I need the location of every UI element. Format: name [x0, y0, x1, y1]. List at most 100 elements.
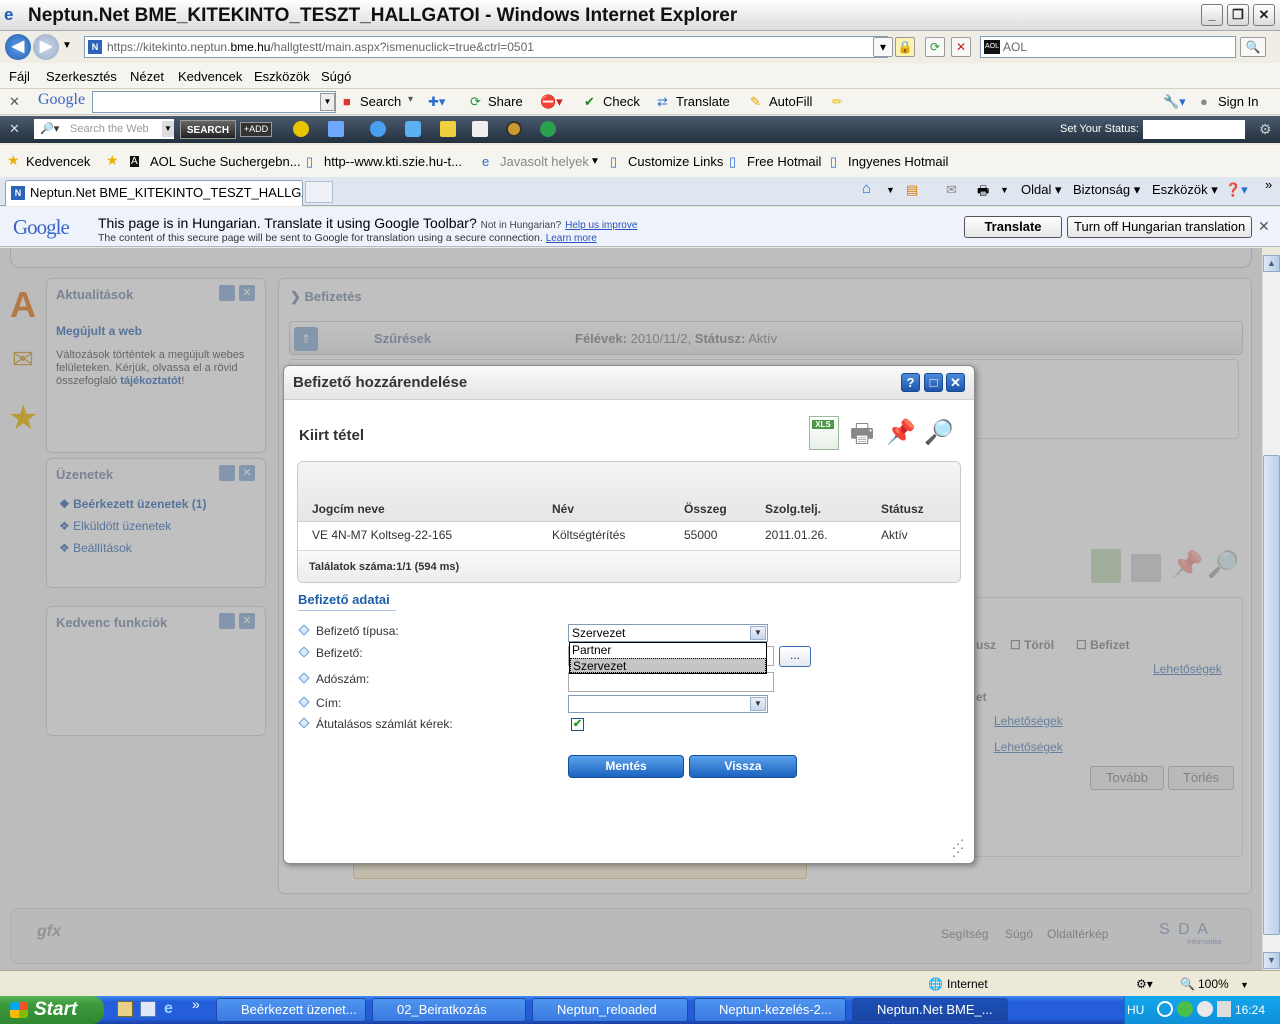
menu-view[interactable]: Nézet — [130, 69, 164, 84]
col-osszeg[interactable]: Összeg — [684, 502, 727, 516]
tab-active[interactable]: Neptun.Net BME_KITEKINTO_TESZT_HALLGA... — [5, 180, 303, 206]
fav-item-customize[interactable]: Customize Links — [628, 154, 723, 169]
back-button[interactable]: Vissza — [689, 755, 797, 778]
share-button[interactable]: Share — [488, 94, 523, 109]
learn-more-link[interactable]: Learn more — [546, 233, 597, 244]
col-nev[interactable]: Név — [552, 502, 574, 516]
menu-favorites[interactable]: Kedvencek — [178, 69, 242, 84]
fav-item-kti[interactable]: http--www.kti.szie.hu-t... — [324, 154, 462, 169]
translate-button[interactable]: Translate — [676, 94, 730, 109]
tray-icon[interactable] — [1197, 1001, 1213, 1017]
ie-icon[interactable]: e — [164, 1000, 173, 1018]
help-improve-link[interactable]: Help us improve — [565, 220, 637, 231]
search-go-icon[interactable]: 🔍 — [1240, 37, 1266, 57]
payer-type-select[interactable]: Szervezet ▼ — [568, 624, 768, 642]
highlighter-icon[interactable]: ✏ — [832, 94, 843, 110]
help-icon[interactable]: ❓▾ — [1225, 182, 1248, 198]
toolbar-close-icon[interactable]: ✕ — [9, 94, 20, 110]
more-chevron-icon[interactable]: » — [192, 996, 200, 1012]
aol-search-button[interactable]: SEARCH — [180, 120, 236, 139]
chevron-down-icon[interactable]: ▼ — [750, 626, 766, 640]
aol-search-input[interactable]: AOL — [980, 36, 1236, 58]
notes-icon[interactable] — [440, 121, 456, 137]
plus-icon[interactable]: ✚▾ — [428, 94, 445, 110]
home-icon[interactable]: ⌂ — [862, 180, 871, 197]
tray-icon[interactable] — [1157, 1001, 1173, 1017]
task-ie-active[interactable]: Neptun.Net BME_... — [852, 998, 1008, 1022]
task-word-doc[interactable]: Neptun-kezelés-2... — [694, 998, 846, 1022]
option-partner[interactable]: Partner — [570, 643, 766, 658]
excel-export-icon[interactable]: XLS — [809, 416, 839, 450]
chevron-down-icon[interactable]: ▼ — [886, 185, 895, 195]
pin-icon[interactable]: 📌 — [886, 416, 916, 450]
task-messages[interactable]: Beérkezett üzenet... — [216, 998, 366, 1022]
chevron-down-icon[interactable]: ▼ — [1000, 185, 1009, 195]
autofill-button[interactable]: AutoFill — [769, 94, 812, 109]
tray-icon[interactable] — [1217, 1001, 1231, 1017]
back-button[interactable]: ◀ — [5, 34, 31, 60]
scroll-down-icon[interactable]: ▼ — [1263, 952, 1280, 969]
aol-dropdown-icon[interactable]: ▼ — [162, 121, 174, 137]
col-statusz[interactable]: Státusz — [881, 502, 924, 516]
history-dropdown-icon[interactable]: ▼ — [62, 40, 72, 51]
payer-lookup-button[interactable]: ... — [779, 646, 811, 667]
chevron-down-icon[interactable]: ▼ — [1240, 980, 1249, 990]
apps-icon[interactable] — [472, 121, 488, 137]
scroll-up-icon[interactable]: ▲ — [1263, 255, 1280, 272]
tools-menu[interactable]: Eszközök ▾ — [1152, 182, 1218, 198]
maximize-icon[interactable]: □ — [924, 373, 943, 392]
address-input[interactable]: https://kitekinto.neptun.bme.hu/hallgtes… — [84, 36, 888, 58]
close-icon[interactable]: ✕ — [1258, 218, 1270, 235]
security-menu[interactable]: Biztonság ▾ — [1073, 182, 1140, 198]
page-menu[interactable]: Oldal ▾ — [1021, 182, 1062, 198]
menu-file[interactable]: Fájl — [9, 69, 30, 84]
aol-add-button[interactable]: +ADD — [240, 122, 272, 137]
mail-icon[interactable]: ✉ — [946, 182, 957, 198]
language-indicator[interactable]: HU — [1127, 1003, 1144, 1017]
chat-icon[interactable] — [370, 121, 386, 137]
scroll-thumb[interactable] — [1263, 455, 1280, 935]
weather-icon[interactable] — [405, 121, 421, 137]
quicklaunch-icon[interactable] — [117, 1001, 133, 1017]
url-dropdown-icon[interactable]: ▾ — [873, 37, 893, 57]
status-input[interactable] — [1143, 120, 1245, 139]
aol-close-icon[interactable]: ✕ — [9, 121, 20, 137]
transfer-invoice-checkbox[interactable]: ✔ — [571, 718, 584, 731]
translate-page-button[interactable]: Translate — [964, 216, 1062, 238]
fav-item-suggested[interactable]: Javasolt helyek — [500, 154, 589, 169]
forward-button[interactable]: ▶ — [33, 34, 59, 60]
fav-item-aol[interactable]: AOL Suche Suchergebn... — [150, 154, 301, 169]
mail-icon[interactable] — [328, 121, 344, 137]
address-select[interactable]: ▼ — [568, 695, 768, 713]
save-button[interactable]: Mentés — [568, 755, 684, 778]
gear-icon[interactable]: ⚙ — [1259, 121, 1272, 138]
google-search-dropdown-icon[interactable]: ▼ — [320, 93, 335, 111]
favorites-button[interactable]: Kedvencek — [26, 154, 90, 169]
close-icon[interactable]: ✕ — [946, 373, 965, 392]
radio-icon[interactable] — [506, 121, 522, 137]
maximize-button[interactable]: ❐ — [1227, 4, 1249, 26]
task-folder[interactable]: 02_Beiratkozás — [372, 998, 526, 1022]
tray-icon[interactable] — [1177, 1001, 1193, 1017]
aim-icon[interactable] — [293, 121, 309, 137]
rss-icon[interactable]: ▤ — [906, 182, 918, 198]
table-row[interactable]: VE 4N-M7 Koltseg-22-165 Költségtérítés 5… — [298, 522, 960, 550]
chevron-down-icon[interactable]: ▼ — [750, 697, 766, 711]
option-szervezet[interactable]: Szervezet — [570, 658, 766, 673]
print-icon[interactable]: 🖶 — [847, 416, 877, 450]
refresh-green-icon[interactable] — [540, 121, 556, 137]
fav-item-ingyenes[interactable]: Ingyenes Hotmail — [848, 154, 948, 169]
menu-edit[interactable]: Szerkesztés — [46, 69, 117, 84]
resize-grip-icon[interactable]: ⋰ ⋰ — [948, 838, 964, 858]
col-jogcim[interactable]: Jogcím neve — [312, 502, 385, 516]
spellcheck-icon[interactable]: ⛔▾ — [540, 94, 563, 110]
lock-icon[interactable]: 🔒 — [895, 37, 915, 57]
wrench-icon[interactable]: 🔧▾ — [1163, 94, 1186, 110]
google-search-input[interactable] — [92, 91, 336, 113]
col-szolgtelj[interactable]: Szolg.telj. — [765, 502, 821, 516]
help-icon[interactable]: ? — [901, 373, 920, 392]
menu-help[interactable]: Súgó — [321, 69, 351, 84]
task-neptun-reloaded[interactable]: Neptun_reloaded — [532, 998, 688, 1022]
add-favorite-icon[interactable]: ★ — [106, 152, 119, 169]
close-button[interactable]: ✕ — [1253, 4, 1275, 26]
